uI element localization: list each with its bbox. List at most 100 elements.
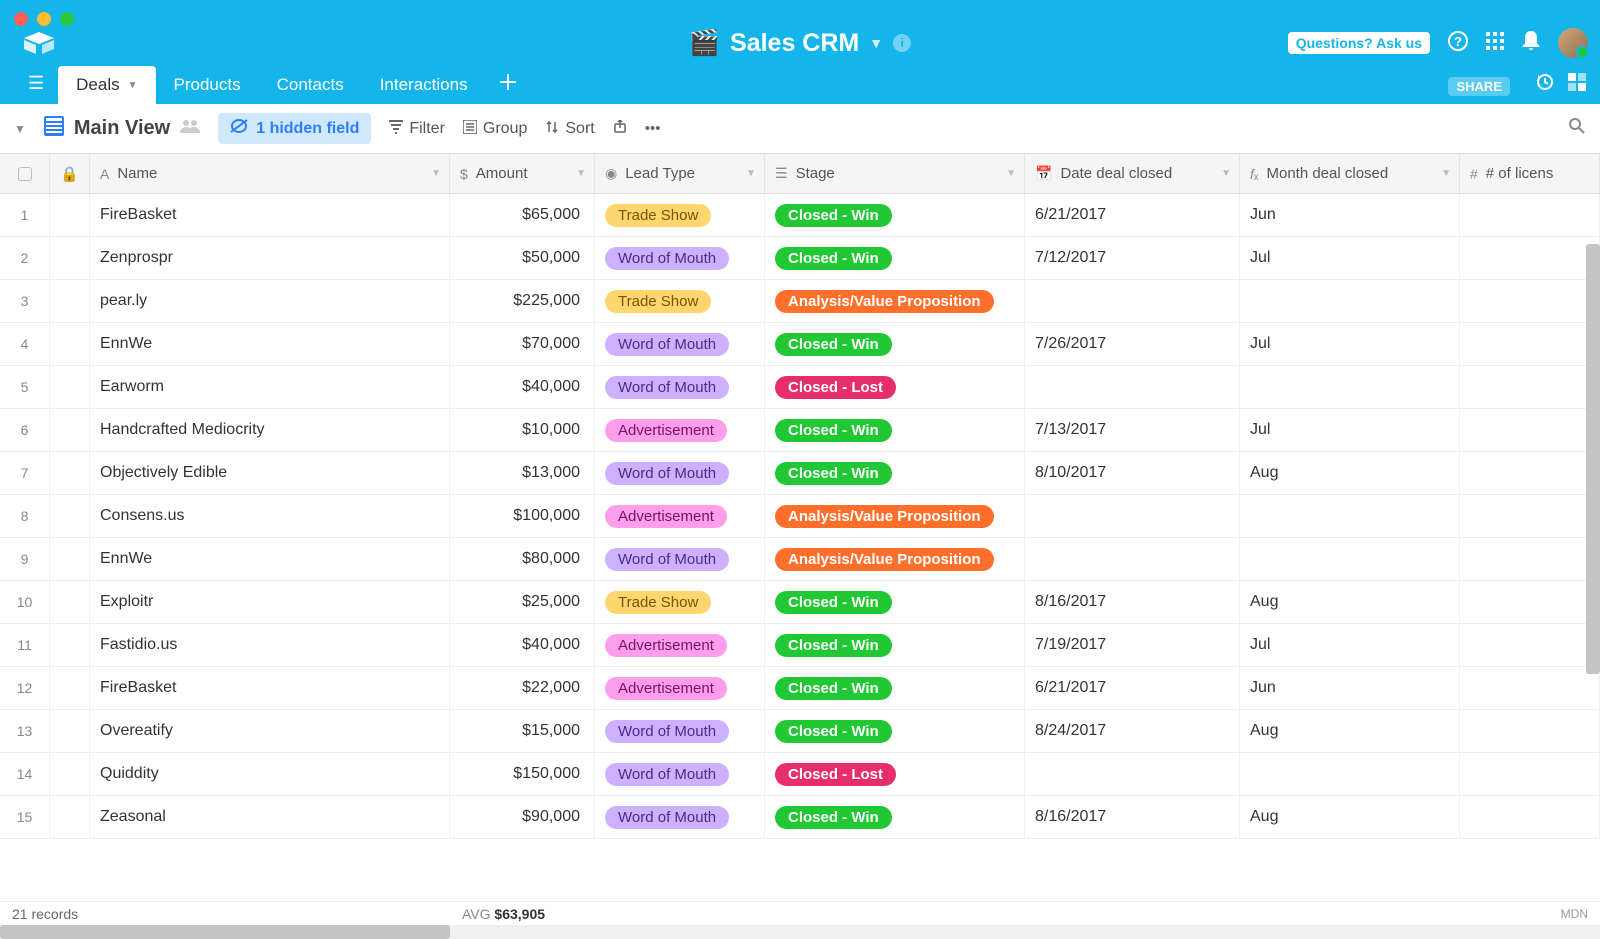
amount-cell[interactable]: $100,000 — [450, 495, 595, 537]
sort-button[interactable]: Sort — [545, 120, 594, 138]
lead-cell[interactable]: Word of Mouth — [595, 237, 765, 279]
licenses-cell[interactable] — [1460, 624, 1600, 666]
lead-column-header[interactable]: ◉Lead Type▼ — [595, 154, 765, 193]
stage-cell[interactable]: Analysis/Value Proposition — [765, 280, 1025, 322]
licenses-cell[interactable] — [1460, 237, 1600, 279]
date-column-header[interactable]: 📅Date deal closed▼ — [1025, 154, 1240, 193]
history-icon[interactable] — [1536, 73, 1554, 96]
lead-cell[interactable]: Advertisement — [595, 667, 765, 709]
hamburger-menu-icon[interactable]: ☰ — [14, 73, 58, 104]
table-row[interactable]: 3pear.ly$225,000Trade ShowAnalysis/Value… — [0, 280, 1600, 323]
lead-cell[interactable]: Trade Show — [595, 581, 765, 623]
date-cell[interactable] — [1025, 280, 1240, 322]
chevron-down-icon[interactable]: ▼ — [576, 168, 586, 179]
licenses-cell[interactable] — [1460, 280, 1600, 322]
name-cell[interactable]: Quiddity — [90, 753, 450, 795]
table-row[interactable]: 6Handcrafted Mediocrity$10,000Advertisem… — [0, 409, 1600, 452]
amount-cell[interactable]: $22,000 — [450, 667, 595, 709]
lead-cell[interactable]: Word of Mouth — [595, 366, 765, 408]
amount-cell[interactable]: $225,000 — [450, 280, 595, 322]
table-row[interactable]: 8Consens.us$100,000AdvertisementAnalysis… — [0, 495, 1600, 538]
stage-cell[interactable]: Analysis/Value Proposition — [765, 495, 1025, 537]
name-cell[interactable]: Earworm — [90, 366, 450, 408]
name-cell[interactable]: EnnWe — [90, 323, 450, 365]
month-cell[interactable] — [1240, 495, 1460, 537]
date-cell[interactable]: 6/21/2017 — [1025, 667, 1240, 709]
select-all-checkbox[interactable] — [18, 167, 32, 181]
lead-cell[interactable]: Advertisement — [595, 409, 765, 451]
chevron-down-icon[interactable]: ▼ — [746, 168, 756, 179]
month-cell[interactable] — [1240, 538, 1460, 580]
close-window-button[interactable] — [14, 12, 28, 26]
amount-cell[interactable]: $50,000 — [450, 237, 595, 279]
date-cell[interactable] — [1025, 753, 1240, 795]
collaborators-icon[interactable] — [180, 119, 200, 138]
stage-cell[interactable]: Closed - Win — [765, 624, 1025, 666]
vertical-scrollbar-thumb[interactable] — [1586, 244, 1600, 674]
name-cell[interactable]: Handcrafted Mediocrity — [90, 409, 450, 451]
stage-column-header[interactable]: ☰Stage▼ — [765, 154, 1025, 193]
table-row[interactable]: 9EnnWe$80,000Word of MouthAnalysis/Value… — [0, 538, 1600, 581]
amount-cell[interactable]: $150,000 — [450, 753, 595, 795]
lead-cell[interactable]: Word of Mouth — [595, 796, 765, 838]
month-cell[interactable]: Aug — [1240, 710, 1460, 752]
table-row[interactable]: 4EnnWe$70,000Word of MouthClosed - Win7/… — [0, 323, 1600, 366]
date-cell[interactable]: 8/16/2017 — [1025, 796, 1240, 838]
amount-cell[interactable]: $65,000 — [450, 194, 595, 236]
amount-cell[interactable]: $90,000 — [450, 796, 595, 838]
lead-cell[interactable]: Word of Mouth — [595, 452, 765, 494]
chevron-down-icon[interactable]: ▼ — [1221, 168, 1231, 179]
table-row[interactable]: 2Zenprospr$50,000Word of MouthClosed - W… — [0, 237, 1600, 280]
date-cell[interactable]: 7/19/2017 — [1025, 624, 1240, 666]
share-button[interactable]: SHARE — [1448, 77, 1510, 96]
table-row[interactable]: 10Exploitr$25,000Trade ShowClosed - Win8… — [0, 581, 1600, 624]
help-icon[interactable]: ? — [1448, 31, 1468, 56]
stage-cell[interactable]: Closed - Win — [765, 237, 1025, 279]
date-cell[interactable]: 7/26/2017 — [1025, 323, 1240, 365]
chevron-down-icon[interactable]: ▼ — [1006, 168, 1016, 179]
name-cell[interactable]: FireBasket — [90, 667, 450, 709]
table-row[interactable]: 15Zeasonal$90,000Word of MouthClosed - W… — [0, 796, 1600, 839]
lead-cell[interactable]: Advertisement — [595, 495, 765, 537]
maximize-window-button[interactable] — [60, 12, 74, 26]
licenses-cell[interactable] — [1460, 452, 1600, 494]
amount-cell[interactable]: $40,000 — [450, 366, 595, 408]
filter-button[interactable]: Filter — [389, 120, 445, 138]
horizontal-scrollbar-thumb[interactable] — [0, 925, 450, 939]
month-cell[interactable]: Jul — [1240, 323, 1460, 365]
month-column-header[interactable]: fₓMonth deal closed▼ — [1240, 154, 1460, 193]
chevron-down-icon[interactable]: ▼ — [431, 168, 441, 179]
stage-cell[interactable]: Closed - Win — [765, 796, 1025, 838]
table-row[interactable]: 11Fastidio.us$40,000AdvertisementClosed … — [0, 624, 1600, 667]
lead-cell[interactable]: Trade Show — [595, 280, 765, 322]
stage-cell[interactable]: Analysis/Value Proposition — [765, 538, 1025, 580]
amount-cell[interactable]: $10,000 — [450, 409, 595, 451]
stage-cell[interactable]: Closed - Win — [765, 323, 1025, 365]
date-cell[interactable] — [1025, 538, 1240, 580]
lead-cell[interactable]: Trade Show — [595, 194, 765, 236]
date-cell[interactable]: 8/10/2017 — [1025, 452, 1240, 494]
date-cell[interactable] — [1025, 495, 1240, 537]
amount-cell[interactable]: $15,000 — [450, 710, 595, 752]
month-cell[interactable]: Jul — [1240, 624, 1460, 666]
month-cell[interactable] — [1240, 366, 1460, 408]
licenses-column-header[interactable]: ## of licens — [1460, 154, 1600, 193]
minimize-window-button[interactable] — [37, 12, 51, 26]
name-cell[interactable]: FireBasket — [90, 194, 450, 236]
select-all-header[interactable] — [0, 154, 50, 193]
licenses-cell[interactable] — [1460, 366, 1600, 408]
amount-cell[interactable]: $70,000 — [450, 323, 595, 365]
name-cell[interactable]: pear.ly — [90, 280, 450, 322]
tab-deals[interactable]: Deals▼ — [58, 66, 155, 104]
name-cell[interactable]: Exploitr — [90, 581, 450, 623]
licenses-cell[interactable] — [1460, 796, 1600, 838]
questions-button[interactable]: Questions? Ask us — [1288, 32, 1430, 54]
amount-cell[interactable]: $40,000 — [450, 624, 595, 666]
stage-cell[interactable]: Closed - Lost — [765, 753, 1025, 795]
lead-cell[interactable]: Advertisement — [595, 624, 765, 666]
search-icon[interactable] — [1568, 117, 1586, 141]
summary-avg[interactable]: AVG $63,905 — [462, 906, 545, 922]
table-row[interactable]: 7Objectively Edible$13,000Word of MouthC… — [0, 452, 1600, 495]
licenses-cell[interactable] — [1460, 667, 1600, 709]
views-dropdown-icon[interactable]: ▼ — [14, 122, 26, 136]
